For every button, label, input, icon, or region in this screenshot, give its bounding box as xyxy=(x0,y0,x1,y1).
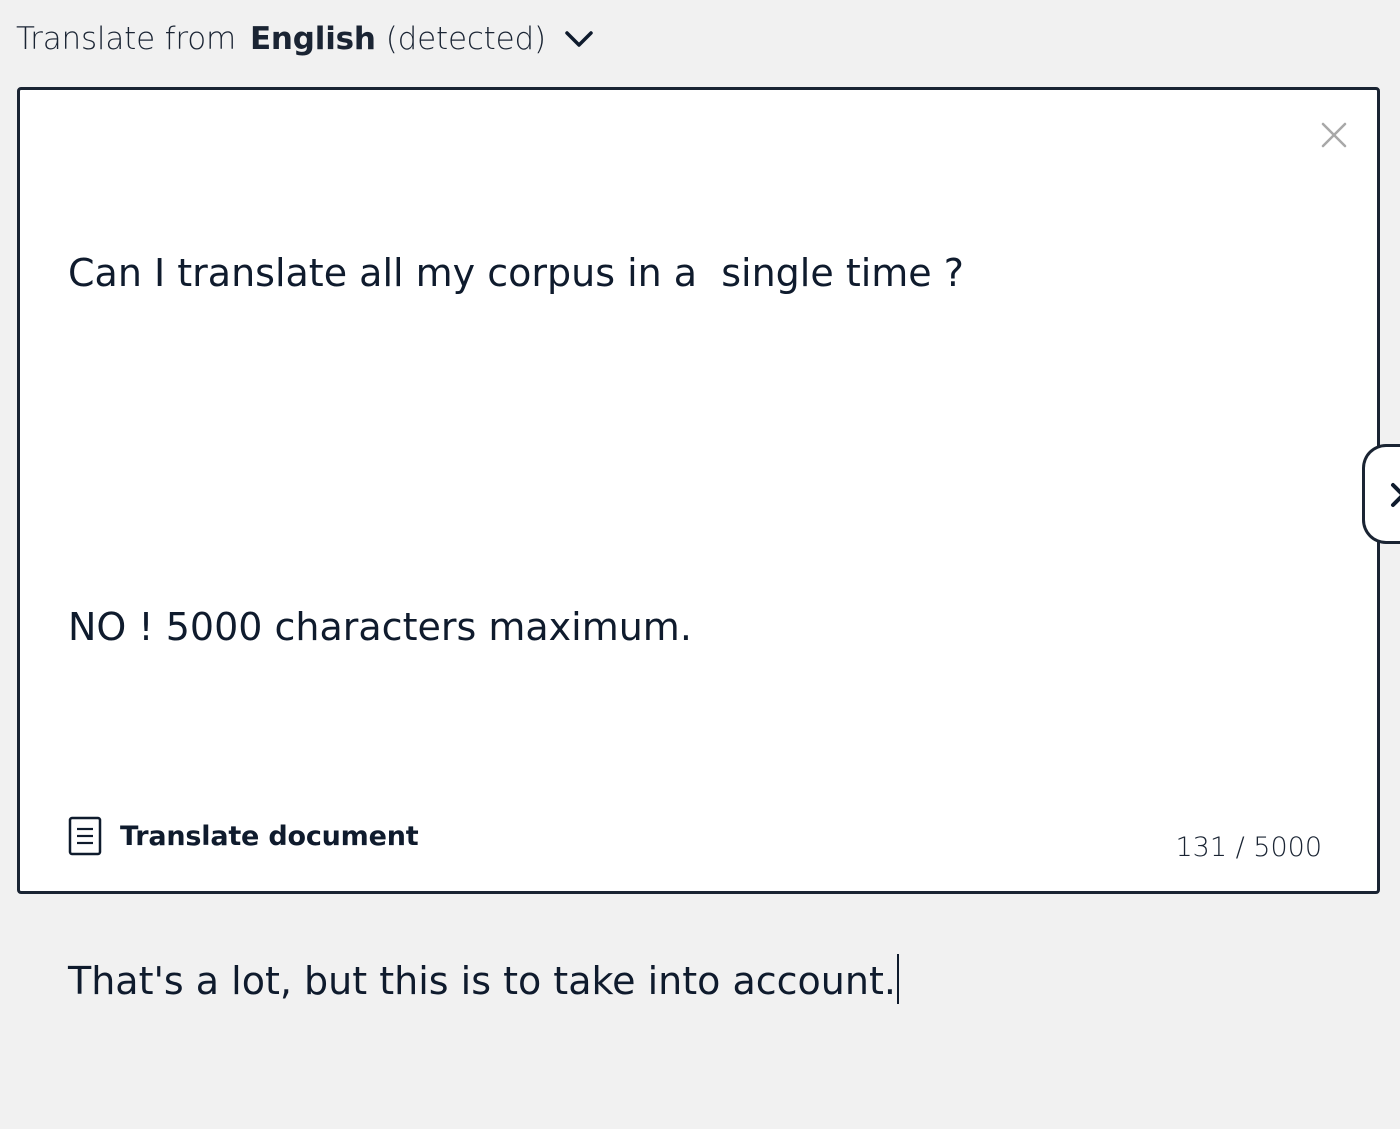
document-icon xyxy=(68,816,102,856)
chevron-down-icon[interactable] xyxy=(564,29,594,49)
translate-document-label: Translate document xyxy=(120,820,419,852)
text-line: NO ! 5000 characters maximum. xyxy=(68,605,692,649)
character-counter: 131 / 5000 xyxy=(1175,832,1322,863)
text-line xyxy=(68,421,1268,480)
translate-document-button[interactable]: Translate document xyxy=(68,816,419,856)
text-line-last: That's a lot, but this is to take into a… xyxy=(68,952,1268,1011)
translate-from-label: Translate from xyxy=(16,21,236,57)
detected-label: (detected) xyxy=(385,21,546,57)
text-line: Can I translate all my corpus in a singl… xyxy=(68,251,964,295)
clear-text-button[interactable] xyxy=(1316,117,1352,153)
source-text-editor[interactable]: Can I translate all my corpus in a singl… xyxy=(17,87,1380,1004)
swap-panel-toggle[interactable] xyxy=(1362,444,1400,544)
text-caret xyxy=(896,954,899,1004)
source-text-area[interactable]: Can I translate all my corpus in a singl… xyxy=(68,126,1268,1129)
chevron-right-icon xyxy=(1391,483,1400,507)
source-language-selector[interactable]: Translate from English (detected) xyxy=(16,16,594,62)
source-language-name: English xyxy=(249,21,376,57)
text-line: That's a lot, but this is to take into a… xyxy=(68,959,896,1003)
close-icon xyxy=(1321,122,1347,148)
